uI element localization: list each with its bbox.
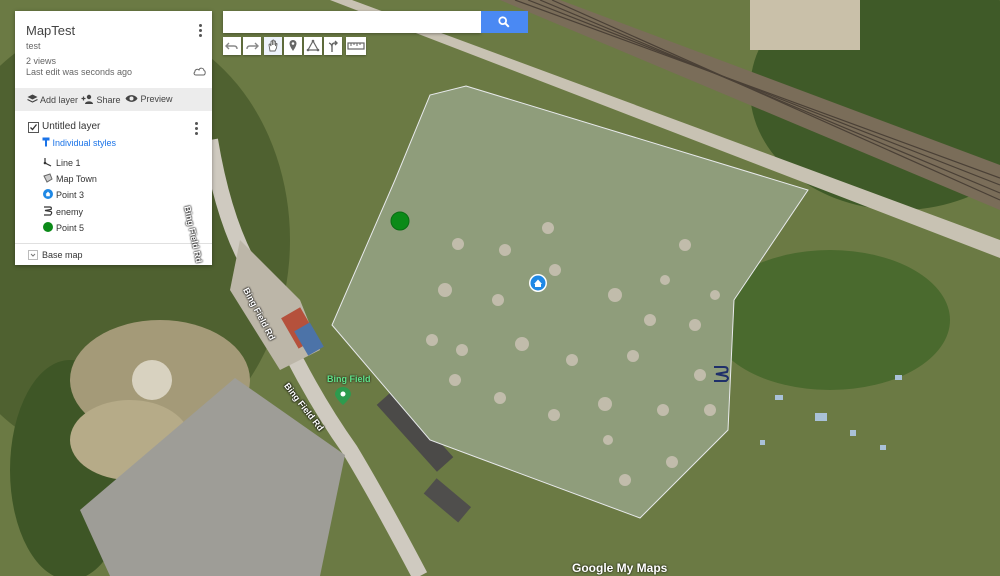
layer-item-label: Point 5 <box>56 223 85 233</box>
circle-marker-icon <box>43 222 53 232</box>
share-button[interactable]: Share <box>81 94 121 105</box>
divider <box>15 243 212 244</box>
map-description[interactable]: test <box>26 41 41 51</box>
map-info-panel: MapTest test 2 views Last edit was secon… <box>15 11 212 265</box>
enemy-line-icon <box>44 206 53 216</box>
search-icon <box>498 16 510 28</box>
layers-icon <box>27 94 38 103</box>
view-count: 2 views <box>26 56 57 66</box>
undo-button[interactable] <box>223 37 241 55</box>
layer-item-label: Line 1 <box>56 158 81 168</box>
home-marker-icon <box>43 189 53 199</box>
line-icon <box>43 158 52 167</box>
map-menu-icon[interactable] <box>194 23 206 37</box>
point-3-marker[interactable] <box>529 274 547 292</box>
layer-item-label: Map Town <box>56 174 97 184</box>
add-layer-button[interactable]: Add layer <box>27 94 78 105</box>
google-my-maps-logo: Google My Maps <box>572 561 668 575</box>
layer-item-label: Point 3 <box>56 190 85 200</box>
preview-button[interactable]: Preview <box>125 94 173 104</box>
last-edit-status: Last edit was seconds ago <box>26 67 133 77</box>
measure-button[interactable] <box>346 37 366 55</box>
eye-icon <box>125 95 138 102</box>
undo-icon <box>225 42 238 50</box>
bing-field-label[interactable]: Bing Field <box>327 374 371 384</box>
checkmark-icon <box>30 124 38 131</box>
add-layer-label: Add layer <box>40 95 79 105</box>
redo-icon <box>246 42 259 50</box>
add-marker-icon <box>289 40 297 51</box>
hand-icon <box>268 39 278 52</box>
search-button[interactable] <box>481 11 528 33</box>
individual-styles-label: Individual styles <box>52 138 117 148</box>
measure-icon <box>347 42 365 50</box>
base-map-expand-icon[interactable] <box>28 250 38 260</box>
draw-line-button[interactable] <box>304 37 322 55</box>
chevron-down-icon <box>30 253 36 257</box>
layer-item-label: enemy <box>56 207 84 217</box>
directions-icon <box>328 40 338 52</box>
point-5-marker[interactable] <box>390 211 410 231</box>
search-input[interactable] <box>223 11 481 33</box>
select-pan-button[interactable] <box>264 37 282 55</box>
preview-label: Preview <box>140 94 173 104</box>
redo-button[interactable] <box>243 37 261 55</box>
draw-line-icon <box>306 39 320 52</box>
cloud-saved-icon <box>193 67 206 76</box>
individual-styles-link[interactable]: Individual styles <box>42 137 116 148</box>
layer-name[interactable]: Untitled layer <box>42 121 100 132</box>
paint-roller-icon <box>42 137 50 147</box>
base-map-label[interactable]: Base map <box>42 250 83 260</box>
share-label: Share <box>96 95 121 105</box>
map-action-bar: Add layer Share Preview <box>15 88 212 111</box>
add-directions-button[interactable] <box>324 37 342 55</box>
layer-visibility-checkbox[interactable] <box>28 122 39 133</box>
add-person-icon <box>81 94 93 104</box>
map-title[interactable]: MapTest <box>26 23 75 38</box>
add-marker-button[interactable] <box>284 37 302 55</box>
polygon-icon <box>43 173 53 183</box>
layer-menu-icon[interactable] <box>190 121 202 135</box>
